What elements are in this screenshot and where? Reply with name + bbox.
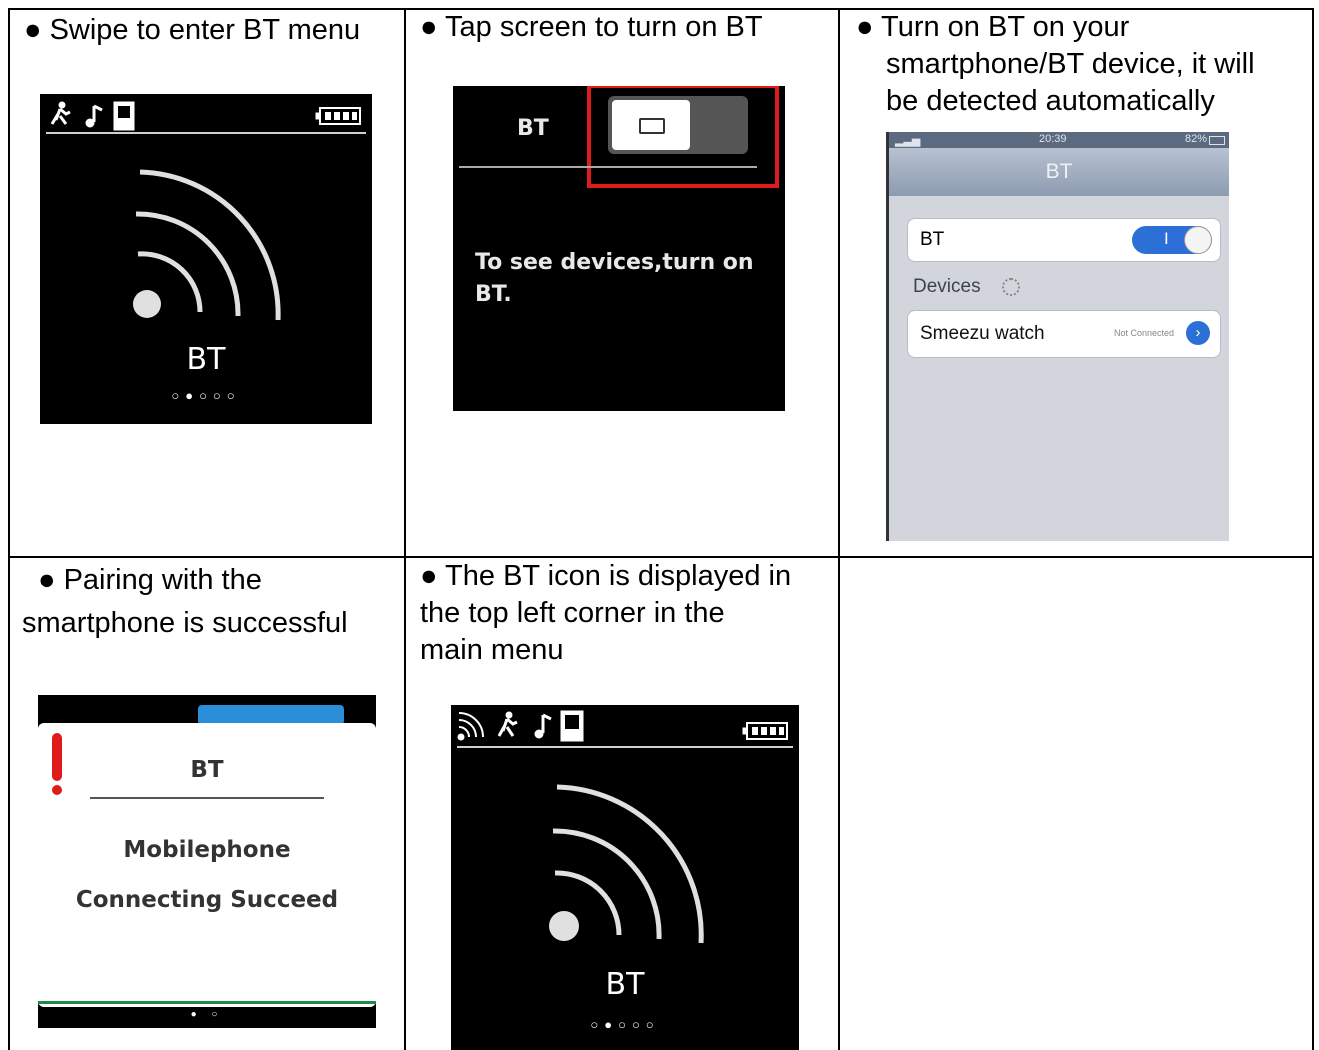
phone-nav-title: BT (889, 148, 1229, 196)
instruction-table: ● Swipe to enter BT menu BT ○●○○○ ● Tap … (0, 0, 1319, 1050)
table-border-left (8, 8, 10, 1050)
step-1-caption: ● Swipe to enter BT menu (24, 14, 361, 46)
watch-main-menu-screen: BT ○●○○○ (451, 705, 799, 1050)
signal-icon: ▂▃▅ (895, 135, 921, 147)
page-indicator-dots: ● ○ (190, 1009, 224, 1020)
bt-message-line-2: BT. (475, 282, 512, 307)
toggle-knob (1184, 226, 1212, 254)
step-4-caption-line-1: ● Pairing with the (38, 564, 262, 596)
detail-disclosure-icon[interactable]: › (1186, 321, 1210, 345)
empty-cell (840, 558, 1312, 1050)
step-2-caption: ● Tap screen to turn on BT (420, 11, 763, 43)
step-5-caption-line-3: main menu (420, 634, 564, 666)
step-5-caption-line-2: the top left corner in the (420, 597, 725, 629)
alert-icon-dot (52, 785, 62, 795)
battery-icon (1209, 136, 1225, 145)
pairing-popup: BT Mobilephone Connecting Succeed (38, 723, 376, 1007)
step-3-caption-line-1: ● Turn on BT on your (856, 11, 1130, 43)
page-indicator-dots: ○●○○○ (590, 1017, 660, 1032)
bt-row-label: BT (920, 229, 945, 250)
watch-pairing-screen: BT Mobilephone Connecting Succeed ● ○ (38, 695, 376, 1028)
table-col-divider-1 (404, 8, 406, 1050)
device-name: Smeezu watch (920, 323, 1045, 344)
status-time: 20:39 (1039, 133, 1067, 145)
bt-toggle-divider (459, 166, 757, 168)
watch-menu-label: BT (186, 342, 226, 377)
bt-toggle-title: BT (517, 116, 549, 141)
status-battery: 82% (1184, 133, 1207, 145)
watch-bt-toggle-screen: BT To see devices,turn on BT. (453, 86, 785, 411)
step-3-caption-line-2: smartphone/BT device, it will (886, 48, 1255, 80)
bt-setting-row[interactable]: BT I (907, 218, 1221, 262)
table-border-right (1312, 8, 1314, 1050)
device-status: Not Connected (1113, 328, 1174, 338)
device-row-smeezu[interactable]: Smeezu watch Not Connected › (907, 310, 1221, 358)
popup-title: BT (190, 757, 224, 783)
devices-header-label: Devices (913, 276, 981, 297)
popup-line-2: Connecting Succeed (75, 887, 339, 913)
popup-tab-accent (198, 705, 344, 725)
step-4-caption-line-2: smartphone is successful (22, 607, 348, 639)
devices-header: Devices (913, 276, 1020, 298)
bt-toggle-switch[interactable]: I (1132, 226, 1212, 254)
spinner-icon (1001, 277, 1020, 296)
popup-line-1: Mobilephone (123, 837, 291, 863)
watch-bt-menu-screen: BT ○●○○○ (40, 94, 372, 424)
page-indicator-dots: ○●○○○ (171, 388, 241, 403)
toggle-on-mark: I (1164, 229, 1169, 248)
step-5-caption-line-1: ● The BT icon is displayed in (420, 560, 792, 592)
phone-status-bar: ▂▃▅ 20:39 82% (889, 132, 1229, 148)
step-3-caption-line-3: be detected automatically (886, 85, 1215, 117)
popup-bottom-accent (38, 1001, 376, 1004)
toggle-highlight-box (587, 86, 779, 188)
phone-bt-settings-screen: ▂▃▅ 20:39 82% BT BT I Devices Smeezu wat… (886, 132, 1229, 541)
popup-divider (90, 797, 324, 799)
bt-message-line-1: To see devices,turn on (475, 250, 754, 275)
watch-menu-label: BT (605, 967, 645, 1002)
